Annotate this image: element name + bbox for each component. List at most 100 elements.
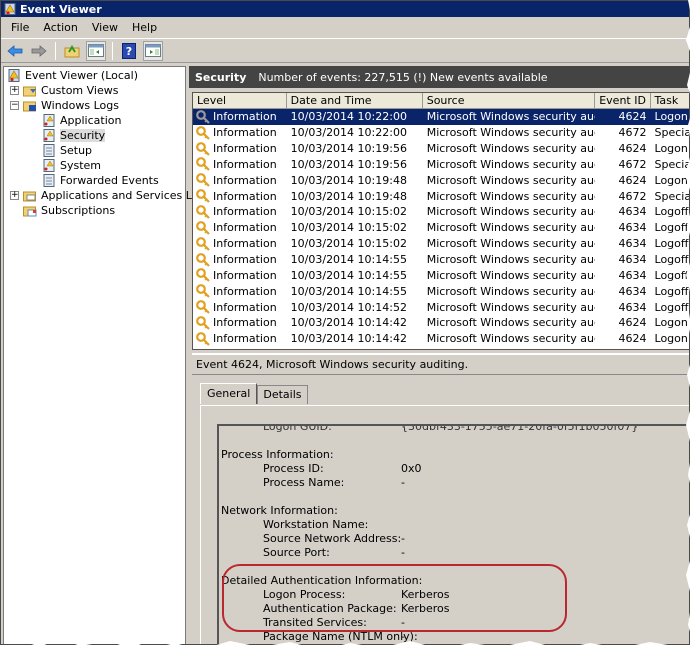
- field-value: Kerberos: [401, 588, 450, 601]
- event-row[interactable]: Information 10/03/2014 10:22:00 Microsoft …: [193, 109, 689, 125]
- tree-label: Application: [60, 114, 122, 127]
- cell-level: Information: [193, 157, 287, 172]
- show-hide-action-pane-button[interactable]: [143, 40, 163, 61]
- field-value: -: [401, 532, 405, 545]
- column-header-level[interactable]: Level: [193, 93, 287, 108]
- information-key-icon: [196, 236, 210, 251]
- tab-details[interactable]: Details: [257, 385, 308, 404]
- column-header-date[interactable]: Date and Time: [287, 93, 423, 108]
- cell-source: Microsoft Windows security auditing.: [426, 126, 596, 140]
- level-text: Information: [213, 221, 277, 235]
- menu-bar: File Action View Help: [1, 17, 689, 39]
- tree-item-security[interactable]: Security: [4, 128, 185, 143]
- event-row[interactable]: Information 10/03/2014 10:14:55 Microsoft …: [193, 252, 689, 268]
- tab-general[interactable]: General: [200, 383, 258, 404]
- cell-event-id: 4672: [618, 189, 647, 203]
- log-header: Security Number of events: 227,515 (!) N…: [189, 66, 689, 88]
- event-detail-title: Event 4624, Microsoft Windows security a…: [192, 355, 689, 375]
- field-value: 0x0: [401, 462, 422, 475]
- tree-items: + Custom Views − Windows Logs Application Sec…: [4, 83, 211, 218]
- level-text: Information: [213, 284, 277, 298]
- torn-edge-right: [685, 0, 700, 657]
- event-row[interactable]: Information 10/03/2014 10:19:48 Microsoft …: [193, 188, 689, 204]
- tree-item-system[interactable]: System: [4, 158, 185, 173]
- up-folder-button[interactable]: [62, 41, 82, 61]
- event-row[interactable]: Information 10/03/2014 10:19:56 Microsoft …: [193, 157, 689, 173]
- cell-date: 10/03/2014 10:14:55: [290, 253, 407, 267]
- cell-event-id: 4624: [618, 142, 647, 156]
- field-label: Logon GUID:: [263, 424, 332, 433]
- level-text: Information: [213, 300, 277, 314]
- tree-item-forwarded-events[interactable]: Forwarded Events: [4, 173, 185, 188]
- cell-source: Microsoft Windows security auditing.: [426, 284, 596, 298]
- tree-root[interactable]: Event Viewer (Local): [4, 68, 185, 83]
- column-header-event-id[interactable]: Event ID: [595, 93, 651, 108]
- cell-event-id: 4624: [618, 316, 647, 330]
- menu-help[interactable]: Help: [126, 21, 165, 34]
- event-viewer-window: Event Viewer File Action View Help ? Eve…: [0, 0, 690, 645]
- tree-item-custom-views[interactable]: + Custom Views: [4, 83, 185, 98]
- event-row[interactable]: Information 10/03/2014 10:15:02 Microsoft …: [193, 236, 689, 252]
- event-row[interactable]: Information 10/03/2014 10:14:52 Microsoft …: [193, 299, 689, 315]
- menu-view[interactable]: View: [86, 21, 126, 34]
- expand-icon[interactable]: +: [10, 191, 19, 200]
- expand-icon[interactable]: +: [10, 86, 19, 95]
- back-button[interactable]: [5, 41, 25, 61]
- cell-source: Microsoft Windows security auditing.: [426, 253, 596, 267]
- detail-field: Source Port: -: [219, 546, 689, 560]
- event-row[interactable]: Information 10/03/2014 10:19:48 Microsoft …: [193, 172, 689, 188]
- event-row[interactable]: Information 10/03/2014 10:14:55 Microsoft …: [193, 267, 689, 283]
- show-hide-console-tree-button[interactable]: [86, 40, 106, 61]
- help-button[interactable]: ?: [119, 41, 139, 61]
- cell-level: Information: [193, 315, 287, 330]
- event-viewer-icon: [4, 3, 16, 15]
- log-view: Security Number of events: 227,515 (!) N…: [189, 66, 689, 644]
- tree-label: Setup: [60, 144, 93, 157]
- information-key-icon: [196, 173, 210, 188]
- tree-item-applications-and-services-logs[interactable]: + Applications and Services Logs: [4, 188, 211, 203]
- back-arrow-icon: [7, 44, 23, 57]
- field-value: Kerberos: [401, 602, 450, 615]
- section-title: Detailed Authentication Information:: [221, 574, 423, 587]
- event-row[interactable]: Information 10/03/2014 10:22:00 Microsoft …: [193, 125, 689, 141]
- information-key-icon: [196, 331, 210, 346]
- event-row[interactable]: Information 10/03/2014 10:15:02 Microsoft …: [193, 220, 689, 236]
- torn-edge-bottom: [0, 640, 700, 657]
- tree-label: System: [60, 159, 102, 172]
- cell-date: 10/03/2014 10:14:55: [290, 284, 407, 298]
- tree-item-setup[interactable]: Setup: [4, 143, 185, 158]
- event-row[interactable]: Information 10/03/2014 10:19:56 Microsoft …: [193, 141, 689, 157]
- event-row[interactable]: Information 10/03/2014 10:15:02 Microsoft …: [193, 204, 689, 220]
- field-label: Authentication Package:: [263, 602, 397, 615]
- log-title: Security: [195, 70, 247, 84]
- folder-icon: [23, 189, 37, 202]
- cell-event-id: 4624: [618, 173, 647, 187]
- cell-source: Microsoft Windows security auditing.: [426, 189, 596, 203]
- event-row[interactable]: Information 10/03/2014 10:14:42 Microsoft …: [193, 315, 689, 331]
- information-key-icon: [196, 110, 210, 124]
- grid-body: Information 10/03/2014 10:22:00 Microsoft …: [193, 109, 689, 347]
- menu-action[interactable]: Action: [37, 21, 85, 34]
- event-description[interactable]: Logon GUID: {30dbf433-1755-ae71-20fa-0f5…: [217, 424, 689, 644]
- help-icon: ?: [122, 42, 136, 59]
- level-text: Information: [213, 205, 277, 219]
- cell-level: Information: [193, 189, 287, 203]
- information-key-icon: [196, 300, 210, 314]
- event-viewer-icon: [7, 69, 21, 82]
- information-key-icon: [196, 157, 210, 172]
- tree-item-subscriptions[interactable]: Subscriptions: [4, 203, 185, 218]
- tree-item-windows-logs[interactable]: − Windows Logs: [4, 98, 185, 113]
- menu-file[interactable]: File: [5, 21, 37, 34]
- show-hide-action-pane-icon: [145, 44, 161, 57]
- toolbar: ?: [1, 39, 689, 63]
- cell-source: Microsoft Windows security auditing.: [426, 142, 596, 156]
- tree-item-application[interactable]: Application: [4, 113, 185, 128]
- event-row[interactable]: Information 10/03/2014 10:14:42 Microsoft …: [193, 331, 689, 347]
- column-header-source[interactable]: Source: [423, 93, 596, 108]
- cell-event-id: 4634: [618, 237, 647, 251]
- event-row[interactable]: Information 10/03/2014 10:14:55 Microsoft …: [193, 283, 689, 299]
- cell-level: Information: [193, 268, 287, 283]
- forward-button[interactable]: [29, 41, 49, 61]
- collapse-icon[interactable]: −: [10, 101, 19, 110]
